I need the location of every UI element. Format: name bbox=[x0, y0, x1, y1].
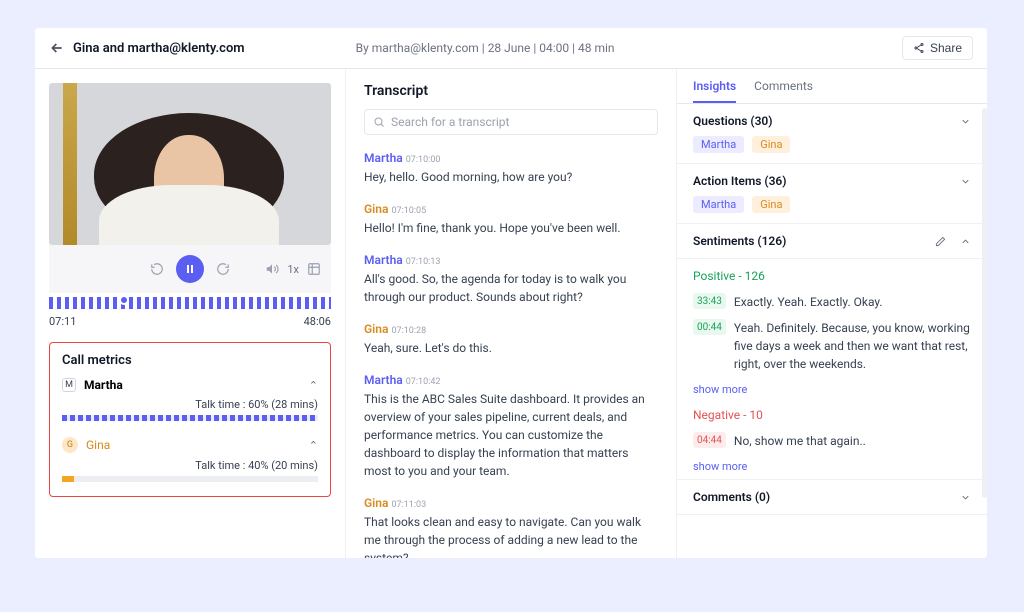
video-thumbnail[interactable] bbox=[49, 83, 331, 245]
timestamp: 07:10:05 bbox=[391, 206, 426, 216]
pause-button[interactable] bbox=[176, 255, 204, 283]
timestamp-badge: 00:44 bbox=[693, 319, 726, 335]
comments-title: Comments (0) bbox=[693, 490, 770, 504]
transcript-text: That looks clean and easy to navigate. C… bbox=[364, 513, 658, 558]
page-title: Gina and martha@klenty.com bbox=[73, 41, 245, 56]
speaker-martha-name: Martha bbox=[84, 378, 123, 392]
transcript-entry[interactable]: Martha07:10:13 All's good. So, the agenda… bbox=[364, 249, 658, 306]
volume-icon[interactable] bbox=[265, 262, 279, 276]
chevron-up-icon[interactable]: ⌃ bbox=[309, 439, 318, 452]
sentiment-item[interactable]: 04:44 No, show me that again.. bbox=[677, 428, 987, 454]
share-icon bbox=[913, 42, 925, 54]
transcript-heading: Transcript bbox=[364, 83, 658, 99]
timestamp: 07:10:42 bbox=[406, 377, 441, 387]
sentiments-title: Sentiments (126) bbox=[693, 234, 786, 248]
gina-talktime: Talk time : 40% (20 mins) bbox=[62, 459, 318, 472]
tab-comments[interactable]: Comments bbox=[754, 79, 813, 103]
negative-label: Negative - 10 bbox=[677, 402, 987, 428]
speaker-name: Martha bbox=[364, 151, 403, 165]
questions-title: Questions (30) bbox=[693, 114, 772, 128]
questions-section[interactable]: Questions (30) Martha Gina bbox=[677, 104, 987, 164]
show-more-negative[interactable]: show more bbox=[677, 454, 987, 479]
fullscreen-icon[interactable] bbox=[307, 262, 321, 276]
speaker-gina-name: Gina bbox=[86, 438, 110, 452]
actions-title: Action Items (36) bbox=[693, 174, 787, 188]
sentiments-section: Sentiments (126) bbox=[677, 224, 987, 259]
speaker-name: Gina bbox=[364, 322, 388, 336]
insight-tabs: Insights Comments bbox=[677, 69, 987, 104]
transcript-text: Yeah, sure. Let's do this. bbox=[364, 339, 658, 357]
time-current: 07:11 bbox=[49, 315, 76, 328]
tab-insights[interactable]: Insights bbox=[693, 79, 736, 103]
sentiment-text: No, show me that again.. bbox=[734, 432, 866, 450]
transcript-search[interactable]: Search for a transcript bbox=[364, 109, 658, 135]
sentiment-item[interactable]: 33:43 Exactly. Yeah. Exactly. Okay. bbox=[677, 289, 987, 315]
comments-section[interactable]: Comments (0) bbox=[677, 479, 987, 515]
search-icon bbox=[373, 116, 385, 128]
rewind-icon[interactable] bbox=[150, 262, 164, 276]
forward-icon[interactable] bbox=[216, 262, 230, 276]
actions-section[interactable]: Action Items (36) Martha Gina bbox=[677, 164, 987, 224]
insights-column: Insights Comments Questions (30) Martha … bbox=[677, 69, 987, 558]
speaker-martha-row[interactable]: M Martha ⌃ bbox=[62, 378, 318, 392]
speaker-name: Martha bbox=[364, 373, 403, 387]
search-placeholder: Search for a transcript bbox=[391, 115, 509, 129]
transcript-column: Transcript Search for a transcript Marth… bbox=[345, 69, 677, 558]
timestamp: 07:10:28 bbox=[391, 326, 426, 336]
app-window: Gina and martha@klenty.com By martha@kle… bbox=[35, 28, 987, 558]
time-labels: 07:11 48:06 bbox=[49, 315, 331, 328]
show-more-positive[interactable]: show more bbox=[677, 377, 987, 402]
speaker-gina-row[interactable]: G Gina ⌃ bbox=[62, 437, 318, 453]
transcript-text: Hey, hello. Good morning, how are you? bbox=[364, 168, 658, 186]
speaker-name: Gina bbox=[364, 202, 388, 216]
transcript-entry[interactable]: Gina07:10:28 Yeah, sure. Let's do this. bbox=[364, 318, 658, 357]
transcript-entry[interactable]: Gina07:11:03 That looks clean and easy to… bbox=[364, 492, 658, 558]
chip-martha[interactable]: Martha bbox=[693, 196, 744, 213]
scrollbar[interactable] bbox=[982, 108, 987, 498]
chip-gina[interactable]: Gina bbox=[752, 196, 790, 213]
positive-label: Positive - 126 bbox=[677, 259, 987, 289]
sentiment-text: Yeah. Definitely. Because, you know, wor… bbox=[734, 319, 971, 373]
waveform-seek[interactable] bbox=[49, 297, 331, 309]
transcript-text: Hello! I'm fine, thank you. Hope you've … bbox=[364, 219, 658, 237]
timestamp: 07:10:00 bbox=[406, 155, 441, 165]
speed-label[interactable]: 1x bbox=[287, 263, 299, 276]
speaker-name: Gina bbox=[364, 496, 388, 510]
metrics-title: Call metrics bbox=[62, 353, 318, 368]
avatar-gina: G bbox=[62, 437, 78, 453]
chevron-down-icon[interactable] bbox=[960, 492, 971, 503]
sentiment-item[interactable]: 00:44 Yeah. Definitely. Because, you know… bbox=[677, 315, 987, 377]
chevron-down-icon[interactable] bbox=[960, 116, 971, 127]
share-button[interactable]: Share bbox=[902, 36, 973, 60]
back-icon[interactable] bbox=[49, 40, 65, 56]
timestamp: 07:11:03 bbox=[391, 500, 426, 510]
chip-gina[interactable]: Gina bbox=[752, 136, 790, 153]
transcript-entry[interactable]: Martha07:10:42 This is the ABC Sales Suit… bbox=[364, 369, 658, 480]
transcript-entry[interactable]: Martha07:10:00 Hey, hello. Good morning, … bbox=[364, 147, 658, 186]
share-label: Share bbox=[930, 41, 962, 55]
chevron-up-icon[interactable] bbox=[960, 236, 971, 247]
transcript-text: All's good. So, the agenda for today is … bbox=[364, 270, 658, 306]
transcript-list: Martha07:10:00Hey, hello. Good morning, … bbox=[364, 147, 658, 558]
edit-icon[interactable] bbox=[935, 236, 946, 247]
timestamp-badge: 04:44 bbox=[693, 432, 726, 448]
gina-waveform bbox=[62, 476, 318, 482]
transcript-entry[interactable]: Gina07:10:05 Hello! I'm fine, thank you. … bbox=[364, 198, 658, 237]
sentiment-text: Exactly. Yeah. Exactly. Okay. bbox=[734, 293, 883, 311]
chip-martha[interactable]: Martha bbox=[693, 136, 744, 153]
call-meta: By martha@klenty.com | 28 June | 04:00 |… bbox=[356, 41, 615, 55]
transcript-text: This is the ABC Sales Suite dashboard. I… bbox=[364, 390, 658, 480]
timestamp: 07:10:13 bbox=[406, 257, 441, 267]
player-controls: 1x bbox=[49, 245, 331, 293]
speaker-name: Martha bbox=[364, 253, 403, 267]
left-column: 1x 07:11 48:06 Call metrics M Martha ⌃ T… bbox=[35, 69, 345, 558]
chevron-up-icon[interactable]: ⌃ bbox=[309, 379, 318, 392]
timestamp-badge: 33:43 bbox=[693, 293, 726, 309]
martha-talktime: Talk time : 60% (28 mins) bbox=[62, 398, 318, 411]
topbar: Gina and martha@klenty.com By martha@kle… bbox=[35, 28, 987, 69]
call-metrics-panel: Call metrics M Martha ⌃ Talk time : 60% … bbox=[49, 342, 331, 497]
chevron-down-icon[interactable] bbox=[960, 176, 971, 187]
time-duration: 48:06 bbox=[304, 315, 331, 328]
avatar-martha: M bbox=[62, 378, 76, 392]
